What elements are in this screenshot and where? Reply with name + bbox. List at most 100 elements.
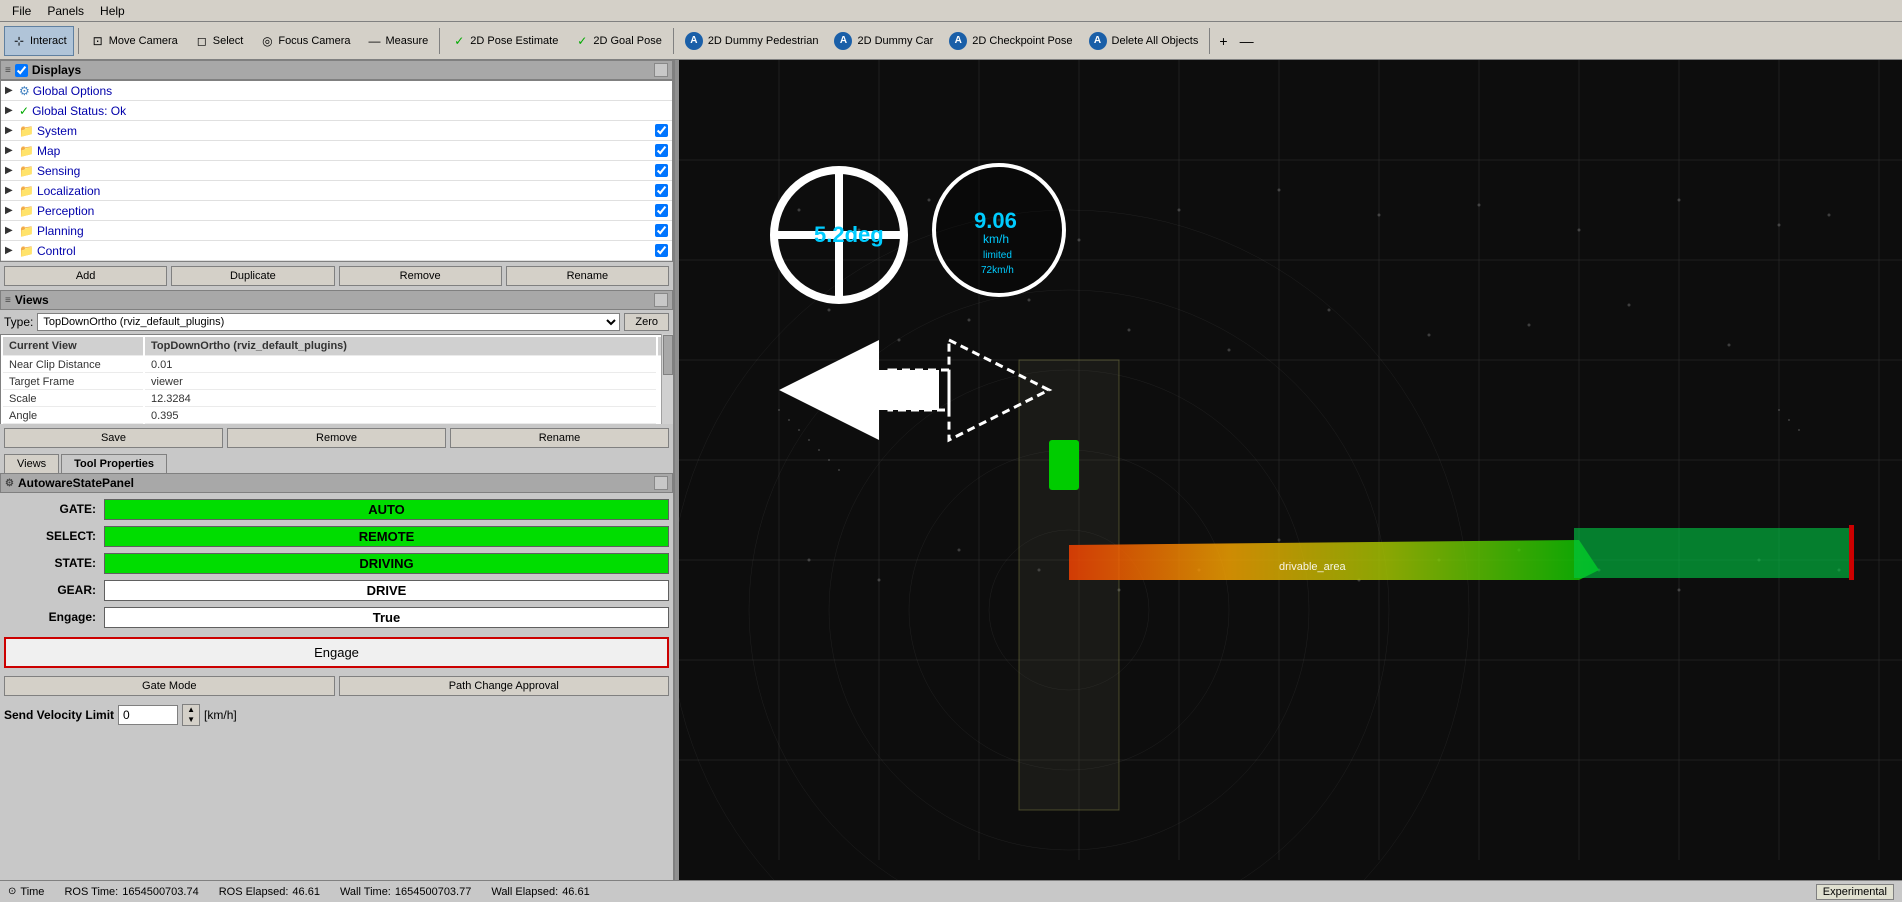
views-remove-button[interactable]: Remove	[227, 428, 446, 448]
pose-icon: ✓	[451, 33, 467, 49]
clock-icon: ⊙	[8, 886, 16, 897]
2d-goal-pose-label: 2D Goal Pose	[593, 35, 661, 47]
cv-target-frame-value: viewer	[145, 375, 656, 390]
folder-icon-map: 📁	[19, 144, 34, 158]
list-item[interactable]: ▶ 📁 Planning	[1, 221, 672, 241]
table-row: Angle 0.395	[3, 409, 670, 424]
menu-panels[interactable]: Panels	[39, 2, 92, 20]
select-value: REMOTE	[104, 526, 669, 547]
list-item[interactable]: ▶ 📁 Sensing	[1, 161, 672, 181]
expand-icon-options: ▶	[5, 85, 17, 96]
list-item[interactable]: ▶ 📁 Control	[1, 241, 672, 261]
cv-near-clip-value: 0.01	[145, 358, 656, 373]
collapse-toolbar-button[interactable]: —	[1235, 26, 1259, 56]
perception-checkbox[interactable]	[655, 204, 668, 217]
displays-checkbox[interactable]	[15, 64, 28, 77]
displays-title: Displays	[32, 63, 81, 77]
ros-time-label: ROS Time:	[64, 886, 118, 898]
displays-collapse-btn[interactable]	[654, 63, 668, 77]
2d-pose-estimate-button[interactable]: ✓ 2D Pose Estimate	[444, 26, 565, 56]
cv-scale-value: 12.3284	[145, 392, 656, 407]
2d-checkpoint-pose-button[interactable]: A 2D Checkpoint Pose	[942, 26, 1079, 56]
2d-dummy-car-button[interactable]: A 2D Dummy Car	[827, 26, 940, 56]
rename-button[interactable]: Rename	[506, 266, 669, 286]
planning-checkbox[interactable]	[655, 224, 668, 237]
tab-views[interactable]: Views	[4, 454, 59, 473]
move-camera-button[interactable]: ⊡ Move Camera	[83, 26, 185, 56]
focus-camera-button[interactable]: ◎ Focus Camera	[252, 26, 357, 56]
viewport[interactable]: drivable_area 5.2deg 9.06 km/h limited 7…	[679, 60, 1902, 880]
2d-goal-pose-button[interactable]: ✓ 2D Goal Pose	[567, 26, 668, 56]
list-item[interactable]: ▶ 📁 Localization	[1, 181, 672, 201]
bottom-buttons: Gate Mode Path Change Approval	[0, 672, 673, 700]
gear-value: DRIVE	[104, 580, 669, 601]
velocity-down-button[interactable]: ▼	[183, 715, 199, 725]
menu-file[interactable]: File	[4, 2, 39, 20]
views-save-button[interactable]: Save	[4, 428, 223, 448]
current-view-scroll[interactable]: Current View TopDownOrtho (rviz_default_…	[0, 334, 673, 424]
views-header: ≡ Views	[0, 290, 673, 310]
localization-checkbox[interactable]	[655, 184, 668, 197]
autoware-collapse-btn[interactable]	[654, 476, 668, 490]
cv-scrollbar[interactable]	[661, 334, 673, 424]
map-checkbox[interactable]	[655, 144, 668, 157]
sensing-checkbox[interactable]	[655, 164, 668, 177]
folder-icon-control: 📁	[19, 244, 34, 258]
wall-time-item: Wall Time: 1654500703.77	[340, 886, 471, 898]
2d-dummy-pedestrian-button[interactable]: A 2D Dummy Pedestrian	[678, 26, 826, 56]
expand-icon-localization: ▶	[5, 185, 17, 196]
autoware-icon-4: A	[1089, 32, 1107, 50]
interact-button[interactable]: ⊹ Interact	[4, 26, 74, 56]
engage-button[interactable]: Engage	[6, 639, 667, 666]
folder-icon-perception: 📁	[19, 204, 34, 218]
list-item[interactable]: ▶ 📁 Perception	[1, 201, 672, 221]
list-item[interactable]: ▶ ⚙ Global Options	[1, 81, 672, 101]
list-item[interactable]: ▶ 📁 Map	[1, 141, 672, 161]
system-checkbox[interactable]	[655, 124, 668, 137]
state-label: STATE:	[4, 556, 104, 570]
wall-elapsed-label: Wall Elapsed:	[491, 886, 558, 898]
expand-icon-perception: ▶	[5, 205, 17, 216]
select-button[interactable]: ◻ Select	[187, 26, 251, 56]
cv-header-right: TopDownOrtho (rviz_default_plugins)	[145, 337, 656, 356]
menu-bar: File Panels Help	[0, 0, 1902, 22]
velocity-input[interactable]	[118, 705, 178, 725]
interact-label: Interact	[30, 35, 67, 47]
remove-button[interactable]: Remove	[339, 266, 502, 286]
views-collapse-btn[interactable]	[654, 293, 668, 307]
wall-elapsed-value: 46.61	[562, 886, 590, 898]
control-checkbox[interactable]	[655, 244, 668, 257]
measure-button[interactable]: — Measure	[359, 26, 435, 56]
check-icon-status: ✓	[19, 104, 29, 118]
2d-pose-estimate-label: 2D Pose Estimate	[470, 35, 558, 47]
select-row: SELECT: REMOTE	[4, 524, 669, 548]
focus-camera-label: Focus Camera	[278, 35, 350, 47]
path-change-button[interactable]: Path Change Approval	[339, 676, 670, 696]
velocity-up-button[interactable]: ▲	[183, 705, 199, 715]
displays-header: ≡ Displays	[0, 60, 673, 80]
time-label: Time	[20, 886, 44, 898]
velocity-spinner: ▲ ▼	[182, 704, 200, 726]
views-type-select[interactable]: TopDownOrtho (rviz_default_plugins)	[37, 313, 620, 331]
cv-scroll-thumb[interactable]	[663, 335, 673, 375]
display-name-system: System	[37, 124, 655, 138]
wall-elapsed-item: Wall Elapsed: 46.61	[491, 886, 589, 898]
2d-checkpoint-pose-label: 2D Checkpoint Pose	[972, 35, 1072, 47]
autoware-panel: ⚙ AutowareStatePanel GATE: AUTO SELECT: …	[0, 473, 673, 880]
add-button[interactable]: Add	[4, 266, 167, 286]
views-zero-button[interactable]: Zero	[624, 313, 669, 331]
autoware-panel-header: ⚙ AutowareStatePanel	[0, 473, 673, 493]
menu-help[interactable]: Help	[92, 2, 133, 20]
duplicate-button[interactable]: Duplicate	[171, 266, 334, 286]
gate-mode-button[interactable]: Gate Mode	[4, 676, 335, 696]
speed-unit-text: km/h	[983, 232, 1009, 246]
views-rename-button[interactable]: Rename	[450, 428, 669, 448]
delete-all-objects-button[interactable]: A Delete All Objects	[1082, 26, 1206, 56]
tab-tool-properties[interactable]: Tool Properties	[61, 454, 167, 473]
displays-list: ▶ ⚙ Global Options ▶ ✓ Global Status: Ok…	[0, 80, 673, 262]
display-name-perception: Perception	[37, 204, 655, 218]
expand-toolbar-button[interactable]: +	[1214, 26, 1232, 56]
measure-label: Measure	[385, 35, 428, 47]
list-item[interactable]: ▶ ✓ Global Status: Ok	[1, 101, 672, 121]
list-item[interactable]: ▶ 📁 System	[1, 121, 672, 141]
